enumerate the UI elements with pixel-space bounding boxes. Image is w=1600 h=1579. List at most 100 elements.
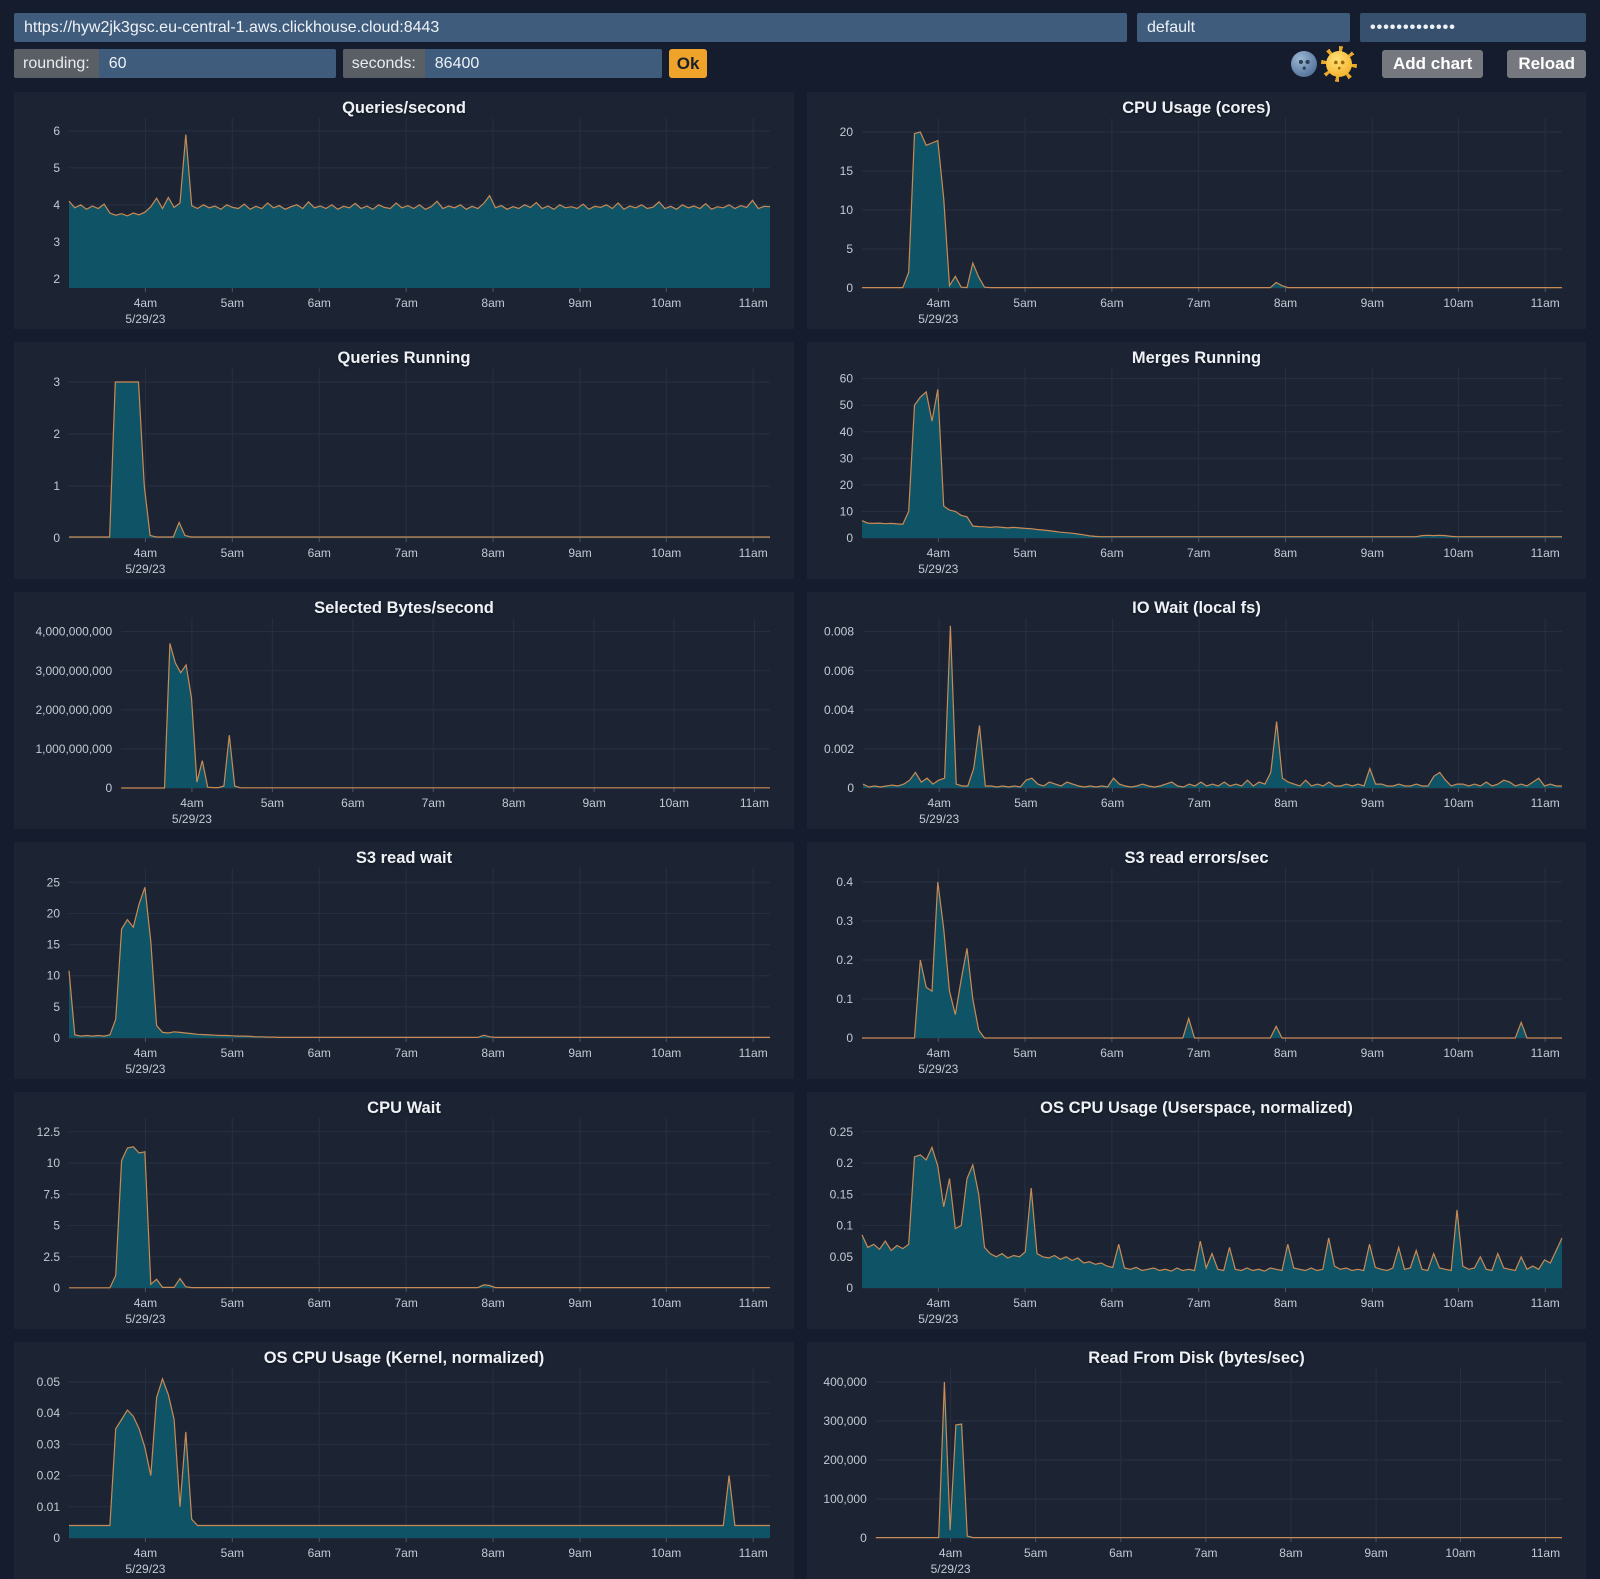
x-tick-label: 4am: [134, 546, 157, 560]
chart-title: Queries/second: [14, 99, 794, 118]
charts-grid: Queries/second 234564am5/29/235am6am7am8…: [0, 78, 1600, 1579]
x-tick-label: 4am: [927, 1296, 950, 1310]
x-date-label: 5/29/23: [919, 812, 959, 826]
y-tick-label: 0.05: [37, 1375, 61, 1389]
x-tick-label: 4am: [134, 1296, 157, 1310]
y-tick-label: 6: [53, 124, 60, 138]
chart-title: Selected Bytes/second: [14, 599, 794, 618]
x-tick-label: 10am: [1444, 796, 1474, 810]
x-tick-label: 11am: [739, 1046, 768, 1060]
x-tick-label: 6am: [308, 1546, 331, 1560]
series-area: [862, 389, 1562, 538]
x-tick-label: 7am: [395, 1296, 418, 1310]
x-tick-label: 9am: [1361, 1046, 1384, 1060]
x-tick-label: 6am: [1100, 296, 1123, 310]
seconds-field: seconds:: [343, 49, 662, 78]
x-date-label: 5/29/23: [931, 1562, 971, 1576]
series-area: [69, 135, 770, 288]
y-tick-label: 0.004: [824, 703, 854, 717]
chart-plot[interactable]: 01020304050604am5/29/235am6am7am8am9am10…: [807, 342, 1586, 579]
x-tick-label: 10am: [659, 796, 689, 810]
chart-title: Queries Running: [14, 349, 794, 368]
x-tick-label: 8am: [1274, 796, 1297, 810]
chart-plot[interactable]: 00.0020.0040.0060.0084am5/29/235am6am7am…: [807, 592, 1586, 829]
y-tick-label: 15: [840, 164, 854, 178]
rounding-label: rounding:: [14, 49, 99, 78]
x-tick-label: 10am: [1443, 296, 1473, 310]
x-tick-label: 5am: [221, 296, 244, 310]
y-tick-label: 10: [840, 203, 854, 217]
url-input[interactable]: [14, 13, 1127, 42]
seconds-input[interactable]: [425, 49, 662, 78]
ok-button[interactable]: Ok: [669, 49, 708, 78]
x-tick-label: 11am: [739, 1546, 768, 1560]
chart-plot[interactable]: 05101520254am5/29/235am6am7am8am9am10am1…: [14, 842, 794, 1079]
x-tick-label: 11am: [1531, 796, 1560, 810]
chart-plot[interactable]: 01234am5/29/235am6am7am8am9am10am11am: [14, 342, 794, 579]
chart-card: OS CPU Usage (Kernel, normalized) 00.010…: [14, 1342, 794, 1579]
chart-title: OS CPU Usage (Kernel, normalized): [14, 1349, 794, 1368]
chart-plot[interactable]: 234564am5/29/235am6am7am8am9am10am11am: [14, 92, 794, 329]
x-tick-label: 5am: [221, 1296, 244, 1310]
x-tick-label: 11am: [740, 796, 769, 810]
rounding-input[interactable]: [99, 49, 336, 78]
x-date-label: 5/29/23: [918, 562, 958, 576]
y-tick-label: 5: [53, 161, 60, 175]
y-tick-label: 0: [846, 1031, 853, 1045]
chart-plot[interactable]: 01,000,000,0002,000,000,0003,000,000,000…: [14, 592, 794, 829]
dark-theme-moon-icon[interactable]: [1291, 51, 1317, 77]
y-tick-label: 0.25: [830, 1125, 854, 1139]
x-date-label: 5/29/23: [125, 562, 165, 576]
y-tick-label: 1: [53, 479, 60, 493]
chart-title: S3 read wait: [14, 849, 794, 868]
x-date-label: 5/29/23: [125, 1062, 165, 1076]
chart-plot[interactable]: 00.050.10.150.20.254am5/29/235am6am7am8a…: [807, 1092, 1586, 1329]
y-tick-label: 0.3: [836, 914, 853, 928]
x-tick-label: 8am: [481, 1046, 504, 1060]
x-tick-label: 7am: [1187, 546, 1210, 560]
reload-button[interactable]: Reload: [1507, 50, 1586, 78]
x-tick-label: 10am: [651, 1546, 681, 1560]
password-input[interactable]: [1360, 13, 1586, 42]
x-tick-label: 8am: [1274, 1296, 1297, 1310]
y-tick-label: 20: [47, 906, 61, 920]
x-tick-label: 6am: [1100, 1046, 1123, 1060]
x-date-label: 5/29/23: [172, 812, 212, 826]
x-tick-label: 8am: [481, 1296, 504, 1310]
x-date-label: 5/29/23: [125, 312, 165, 326]
x-tick-label: 8am: [1274, 1046, 1297, 1060]
chart-plot[interactable]: 0100,000200,000300,000400,0004am5/29/235…: [807, 1342, 1586, 1579]
chart-plot[interactable]: 02.557.51012.54am5/29/235am6am7am8am9am1…: [14, 1092, 794, 1329]
x-tick-label: 4am: [927, 546, 950, 560]
y-tick-label: 0: [847, 781, 854, 795]
x-date-label: 5/29/23: [918, 1062, 958, 1076]
y-tick-label: 12.5: [37, 1125, 61, 1139]
y-tick-label: 300,000: [823, 1414, 867, 1428]
light-theme-sun-icon[interactable]: [1326, 51, 1352, 77]
chart-plot[interactable]: 00.010.020.030.040.054am5/29/235am6am7am…: [14, 1342, 794, 1579]
x-tick-label: 7am: [395, 296, 418, 310]
chart-plot[interactable]: 051015204am5/29/235am6am7am8am9am10am11a…: [807, 92, 1586, 329]
y-tick-label: 0: [53, 1281, 60, 1295]
y-tick-label: 1,000,000,000: [35, 742, 112, 756]
x-tick-label: 5am: [1013, 1296, 1036, 1310]
y-tick-label: 0.05: [830, 1250, 854, 1264]
x-tick-label: 4am: [134, 1546, 157, 1560]
x-tick-label: 9am: [568, 1046, 591, 1060]
x-date-label: 5/29/23: [918, 312, 958, 326]
y-tick-label: 0: [846, 531, 853, 545]
x-tick-label: 7am: [1187, 296, 1210, 310]
x-tick-label: 11am: [1531, 1296, 1560, 1310]
x-tick-label: 9am: [1361, 546, 1384, 560]
series-line: [862, 389, 1562, 536]
x-tick-label: 7am: [1188, 796, 1211, 810]
add-chart-button[interactable]: Add chart: [1382, 50, 1483, 78]
chart-card: Read From Disk (bytes/sec) 0100,000200,0…: [807, 1342, 1586, 1579]
controls-row: rounding: seconds: Ok Add chart Reload: [14, 49, 1586, 78]
y-tick-label: 100,000: [823, 1492, 867, 1506]
user-input[interactable]: [1137, 13, 1350, 42]
x-tick-label: 7am: [422, 796, 445, 810]
chart-plot[interactable]: 00.10.20.30.44am5/29/235am6am7am8am9am10…: [807, 842, 1586, 1079]
series-area: [69, 1379, 770, 1538]
chart-card: Queries/second 234564am5/29/235am6am7am8…: [14, 92, 794, 329]
